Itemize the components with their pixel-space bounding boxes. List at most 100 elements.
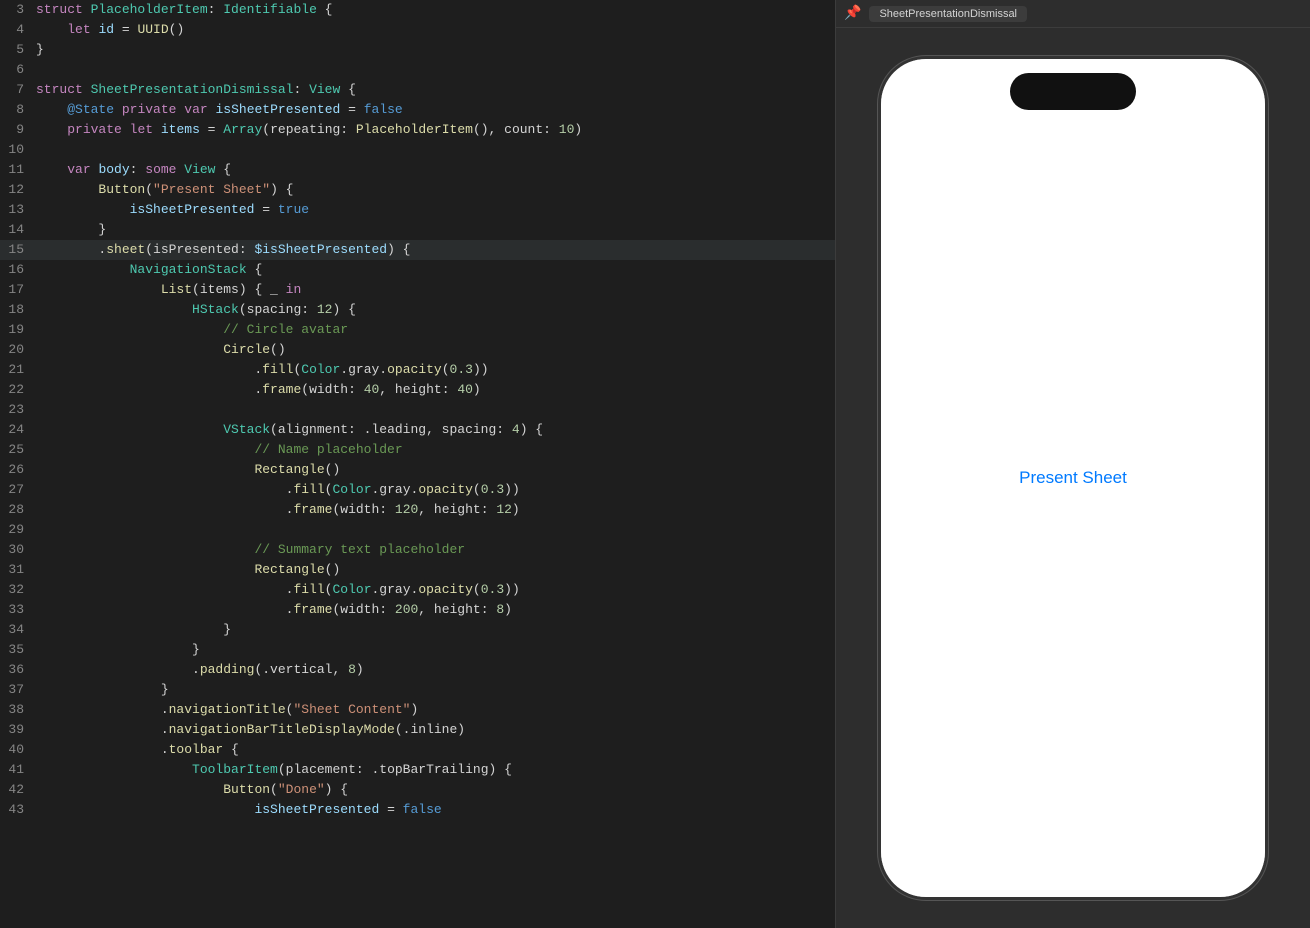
line-content: NavigationStack { [32,260,835,280]
code-line: 14 } [0,220,835,240]
code-token: Circle [223,342,270,357]
code-token: View [309,82,340,97]
line-number: 37 [0,680,32,700]
line-content [32,520,835,540]
code-token: var [184,102,215,117]
code-token: Array [223,122,262,137]
code-token [36,302,192,317]
code-token: (placement: .topBarTrailing) { [278,762,512,777]
code-token: Color [332,582,371,597]
line-number: 23 [0,400,32,420]
line-number: 38 [0,700,32,720]
code-token [36,322,223,337]
code-line: 34 } [0,620,835,640]
code-token: Button [223,782,270,797]
line-content: let id = UUID() [32,20,835,40]
code-token: // Circle avatar [223,322,348,337]
code-line: 30 // Summary text placeholder [0,540,835,560]
code-token: private [67,122,122,137]
line-content: .navigationTitle("Sheet Content") [32,700,835,720]
code-token: opacity [418,582,473,597]
code-token: 0.3 [450,362,473,377]
code-line: 35 } [0,640,835,660]
line-number: 10 [0,140,32,160]
code-token [36,282,161,297]
code-token: ) { [387,242,410,257]
code-token: frame [262,382,301,397]
code-token: ( [270,782,278,797]
line-content: .frame(width: 200, height: 8) [32,600,835,620]
code-token: VStack [223,422,270,437]
line-content: .sheet(isPresented: $isSheetPresented) { [32,240,835,260]
code-token: HStack [192,302,239,317]
iphone-frame: Present Sheet [878,56,1268,900]
line-content: } [32,620,835,640]
code-token: ( [473,582,481,597]
line-number: 26 [0,460,32,480]
code-token [36,802,254,817]
code-token: ) [411,702,419,717]
code-token: = [254,202,277,217]
code-line: 38 .navigationTitle("Sheet Content") [0,700,835,720]
line-content: isSheetPresented = false [32,800,835,820]
code-line: 6 [0,60,835,80]
code-line: 27 .fill(Color.gray.opacity(0.3)) [0,480,835,500]
code-token: // Name placeholder [254,442,402,457]
code-line: 29 [0,520,835,540]
code-token: fill [262,362,293,377]
code-token: (width: [332,602,394,617]
code-token: )) [504,482,520,497]
code-token: )) [473,362,489,377]
code-line: 13 isSheetPresented = true [0,200,835,220]
code-line: 9 private let items = Array(repeating: P… [0,120,835,140]
code-token: , height: [379,382,457,397]
code-token: 0.3 [481,482,504,497]
line-content [32,140,835,160]
line-number: 42 [0,780,32,800]
code-line: 19 // Circle avatar [0,320,835,340]
code-token: $isSheetPresented [254,242,387,257]
code-token: var [67,162,98,177]
code-token: "Present Sheet" [153,182,270,197]
code-token: Button [98,182,145,197]
line-content: Circle() [32,340,835,360]
code-token: { [223,742,239,757]
code-token: () [325,462,341,477]
line-number: 40 [0,740,32,760]
code-token: 8 [496,602,504,617]
code-token: in [286,282,302,297]
code-token: struct [36,82,91,97]
code-token: { [340,82,356,97]
code-token [36,342,223,357]
code-token: ) { [270,182,293,197]
code-token: = [114,22,137,37]
code-token: , height: [418,602,496,617]
code-token: PlaceholderItem [91,2,208,17]
code-token: 40 [364,382,380,397]
line-content: .fill(Color.gray.opacity(0.3)) [32,480,835,500]
line-number: 15 [0,240,32,260]
code-line: 7struct SheetPresentationDismissal: View… [0,80,835,100]
code-line: 11 var body: some View { [0,160,835,180]
line-number: 19 [0,320,32,340]
code-line: 3struct PlaceholderItem: Identifiable { [0,0,835,20]
code-token [36,782,223,797]
preview-tab-label[interactable]: SheetPresentationDismissal [869,6,1027,22]
code-token: 200 [395,602,418,617]
code-token: : [293,82,309,97]
dynamic-island [1010,73,1136,110]
line-content: struct PlaceholderItem: Identifiable { [32,0,835,20]
line-content: .padding(.vertical, 8) [32,660,835,680]
code-token: 120 [395,502,418,517]
code-line: 31 Rectangle() [0,560,835,580]
present-sheet-button[interactable]: Present Sheet [1019,468,1127,488]
code-token: Rectangle [254,562,324,577]
code-line: 33 .frame(width: 200, height: 8) [0,600,835,620]
line-number: 12 [0,180,32,200]
code-token [36,162,67,177]
code-token: Color [301,362,340,377]
code-token: { [247,262,263,277]
line-content: isSheetPresented = true [32,200,835,220]
code-token: // Summary text placeholder [254,542,465,557]
code-token: . [36,662,200,677]
